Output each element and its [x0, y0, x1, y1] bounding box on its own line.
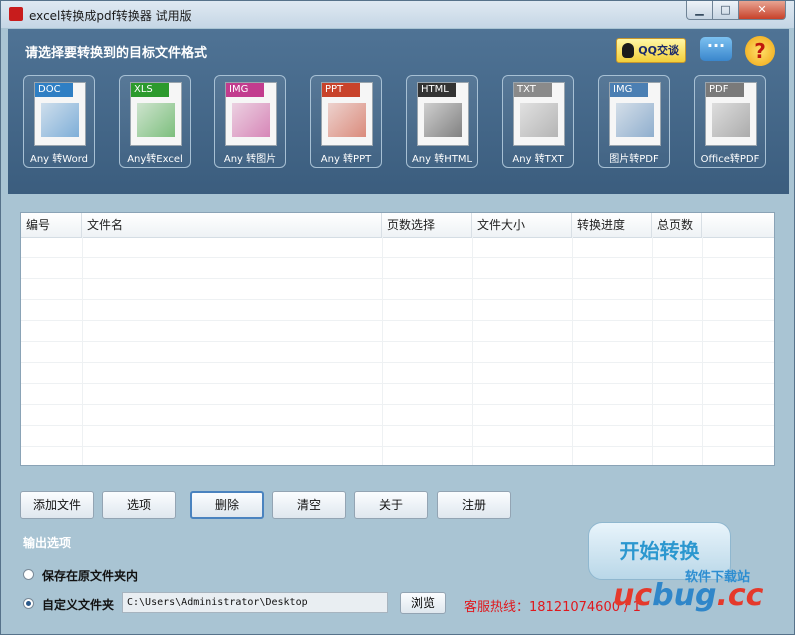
format-label: 图片转PDF	[609, 154, 659, 165]
minimize-button[interactable]: ▁	[686, 1, 713, 20]
clear-button[interactable]: 清空	[272, 491, 346, 519]
table-row[interactable]	[21, 405, 774, 426]
image-icon: IMG	[225, 82, 277, 146]
output-path-field[interactable]: C:\Users\Administrator\Desktop	[122, 592, 388, 613]
format-preview	[232, 103, 270, 137]
table-row[interactable]	[21, 426, 774, 447]
table-header: 编号 文件名 页数选择 文件大小 转换进度 总页数	[21, 213, 774, 238]
add-file-button[interactable]: 添加文件	[20, 491, 94, 519]
format-preview	[712, 103, 750, 137]
column-header-page-select[interactable]: 页数选择	[382, 213, 472, 237]
format-tile-4[interactable]: HTML Any 转HTML	[406, 75, 478, 168]
ppt-icon: PPT	[321, 82, 373, 146]
format-tag: IMG	[226, 83, 264, 97]
watermark-en: ucbug.cc	[613, 578, 763, 613]
qq-penguin-icon	[622, 43, 634, 58]
title-bar: excel转换成pdf转换器 试用版 ▁ □ ✕	[1, 1, 794, 28]
chat-bubble-icon[interactable]: ···	[700, 37, 732, 61]
format-preview	[137, 103, 175, 137]
table-row[interactable]	[21, 237, 774, 258]
delete-button[interactable]: 删除	[190, 491, 264, 519]
table-row[interactable]	[21, 258, 774, 279]
file-table[interactable]: 编号 文件名 页数选择 文件大小 转换进度 总页数	[20, 212, 775, 466]
format-label: Any 转PPT	[320, 154, 372, 165]
format-tag: XLS	[131, 83, 169, 97]
watermark-en-c: .cc	[716, 578, 764, 613]
pdf-check-icon: PDF	[705, 82, 757, 146]
word-doc-icon: DOC	[34, 82, 86, 146]
format-tag: HTML	[418, 83, 456, 97]
format-header: 请选择要转换到的目标文件格式 QQ交谈 ··· ? DOC Any 转Word XL…	[8, 29, 789, 194]
column-divider	[572, 237, 573, 465]
app-window: excel转换成pdf转换器 试用版 ▁ □ ✕ 请选择要转换到的目标文件格式 …	[0, 0, 795, 635]
format-tile-6[interactable]: IMG 图片转PDF	[598, 75, 670, 168]
format-label: Any 转TXT	[512, 154, 564, 165]
format-tag: DOC	[35, 83, 73, 97]
text-icon: TXT	[513, 82, 565, 146]
table-row[interactable]	[21, 300, 774, 321]
format-tag: TXT	[514, 83, 552, 97]
qq-chat-label: QQ交谈	[638, 44, 679, 57]
maximize-button[interactable]: □	[712, 1, 739, 20]
app-logo-icon	[9, 7, 23, 21]
output-options-title: 输出选项	[23, 536, 72, 550]
column-divider	[472, 237, 473, 465]
format-tag: PPT	[322, 83, 360, 97]
format-preview	[520, 103, 558, 137]
watermark-logo: 软件下载站 ucbug.cc	[613, 564, 793, 622]
format-label: Any 转Word	[30, 154, 88, 165]
format-label: Any转Excel	[127, 154, 183, 165]
table-row[interactable]	[21, 342, 774, 363]
column-divider	[82, 237, 83, 465]
column-header-index[interactable]: 编号	[21, 213, 82, 237]
table-row[interactable]	[21, 384, 774, 405]
format-label: Office转PDF	[700, 154, 760, 165]
format-preview	[41, 103, 79, 137]
qq-chat-button[interactable]: QQ交谈	[616, 38, 686, 63]
format-label: Any 转HTML	[411, 154, 473, 165]
column-header-file-size[interactable]: 文件大小	[472, 213, 572, 237]
column-header-filename[interactable]: 文件名	[82, 213, 382, 237]
custom-folder-radio[interactable]	[23, 598, 34, 609]
globe-icon: HTML	[417, 82, 469, 146]
help-icon[interactable]: ?	[745, 36, 775, 66]
column-divider	[382, 237, 383, 465]
column-header-progress[interactable]: 转换进度	[572, 213, 652, 237]
options-button[interactable]: 选项	[102, 491, 176, 519]
column-divider	[652, 237, 653, 465]
format-preview	[328, 103, 366, 137]
table-row[interactable]	[21, 447, 774, 465]
window-title: excel转换成pdf转换器 试用版	[29, 9, 192, 23]
excel-chart-icon: XLS	[130, 82, 182, 146]
header-title: 请选择要转换到的目标文件格式	[25, 46, 208, 61]
format-tag: IMG	[610, 83, 648, 97]
keep-original-label[interactable]: 保存在原文件夹内	[42, 567, 138, 584]
custom-folder-label[interactable]: 自定义文件夹	[42, 596, 114, 613]
format-label: Any 转图片	[223, 154, 277, 165]
format-preview	[616, 103, 654, 137]
register-button[interactable]: 注册	[437, 491, 511, 519]
browse-button[interactable]: 浏览	[400, 592, 446, 614]
format-tile-0[interactable]: DOC Any 转Word	[23, 75, 95, 168]
column-divider	[702, 237, 703, 465]
format-tag: PDF	[706, 83, 744, 97]
close-button[interactable]: ✕	[738, 1, 786, 20]
about-button[interactable]: 关于	[354, 491, 428, 519]
format-preview	[424, 103, 462, 137]
table-row[interactable]	[21, 363, 774, 384]
format-tile-3[interactable]: PPT Any 转PPT	[310, 75, 382, 168]
keep-original-radio[interactable]	[23, 569, 34, 580]
column-header-total-pages[interactable]: 总页数	[652, 213, 702, 237]
format-tile-7[interactable]: PDF Office转PDF	[694, 75, 766, 168]
table-row[interactable]	[21, 321, 774, 342]
format-tile-5[interactable]: TXT Any 转TXT	[502, 75, 574, 168]
format-tile-2[interactable]: IMG Any 转图片	[214, 75, 286, 168]
picture-icon: IMG	[609, 82, 661, 146]
watermark-en-b: bug	[652, 578, 717, 613]
watermark-en-a: uc	[613, 578, 653, 613]
format-tile-1[interactable]: XLS Any转Excel	[119, 75, 191, 168]
table-row[interactable]	[21, 279, 774, 300]
